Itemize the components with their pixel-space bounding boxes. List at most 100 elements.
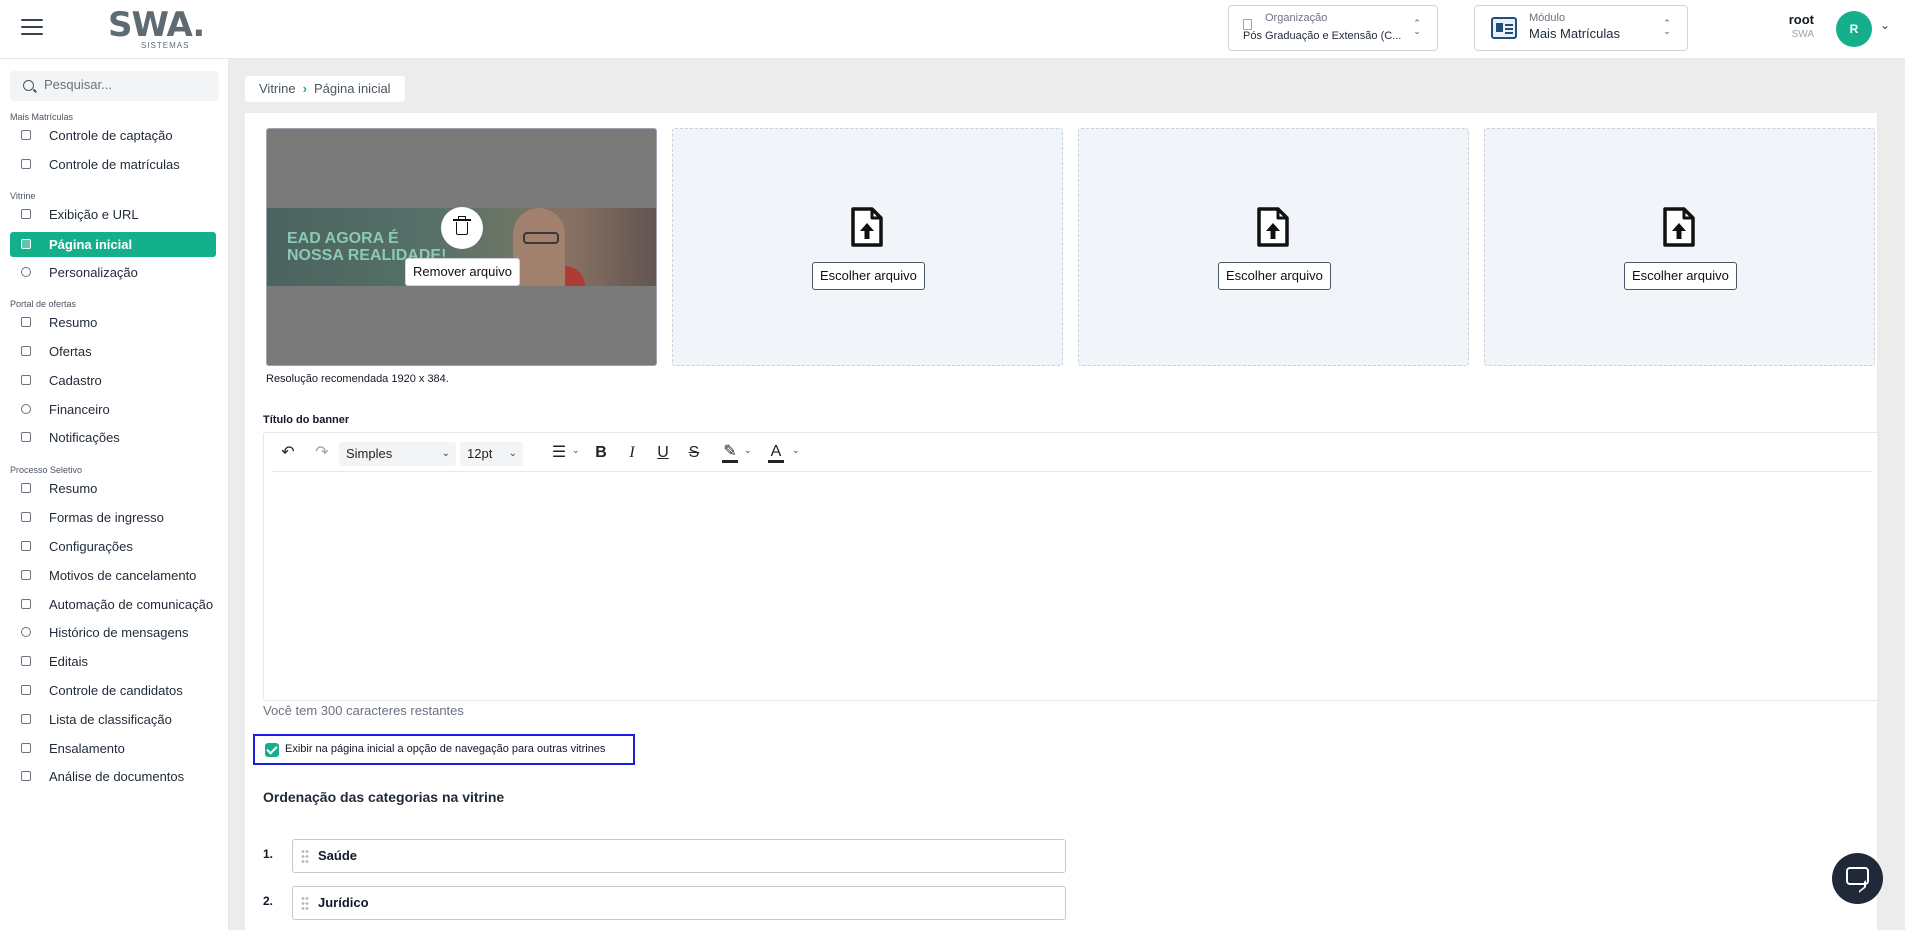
chat-support-icon[interactable] — [1832, 853, 1883, 904]
sidebar-item-label: Controle de candidatos — [49, 683, 183, 698]
sidebar-item-analise-documentos[interactable]: Análise de documentos — [10, 764, 216, 789]
sidebar-group-label: Portal de ofertas — [10, 299, 77, 309]
align-left-icon[interactable]: ☰ — [551, 443, 567, 463]
grid-icon — [21, 239, 31, 249]
sidebar-item-label: Resumo — [49, 481, 98, 496]
dollar-icon — [21, 404, 31, 414]
breadcrumb-current: Página inicial — [313, 81, 391, 96]
user-edit-icon — [21, 375, 31, 385]
whatsapp-icon — [21, 627, 31, 637]
sidebar-item-label: Ofertas — [49, 344, 92, 359]
category-number: 2. — [263, 894, 274, 908]
sidebar-item-exibicao-url[interactable]: Exibição e URL — [10, 202, 216, 227]
sidebar-item-automacao-comunicacao[interactable]: Automação de comunicação — [10, 592, 216, 617]
sidebar: Mais Matrículas Controle de captação Con… — [0, 59, 229, 930]
underline-icon[interactable]: U — [655, 443, 671, 463]
storefront-icon — [21, 209, 31, 219]
breadcrumb-link-vitrine[interactable]: Vitrine — [259, 81, 296, 96]
sidebar-item-formas-ingresso[interactable]: Formas de ingresso — [10, 505, 216, 530]
undo-icon[interactable]: ↶ — [279, 443, 297, 463]
strikethrough-icon[interactable]: S — [686, 443, 702, 463]
editor-content-area[interactable] — [264, 473, 1879, 700]
sidebar-item-pagina-inicial[interactable]: Página inicial — [10, 232, 216, 257]
checkbox-checked[interactable] — [265, 743, 279, 757]
file-upload-icon — [1257, 207, 1289, 247]
chevron-down-icon[interactable]: ⌄ — [572, 445, 580, 456]
sidebar-item-motivos-cancelamento[interactable]: Motivos de cancelamento — [10, 563, 216, 588]
building-icon — [21, 743, 31, 753]
summary-icon — [21, 317, 31, 327]
sidebar-item-label: Notificações — [49, 430, 120, 445]
sidebar-item-label: Exibição e URL — [49, 207, 139, 222]
remove-file-button[interactable]: Remover arquivo — [405, 258, 520, 286]
text-color-icon[interactable]: A — [768, 443, 784, 463]
sidebar-item-controle-captacao[interactable]: Controle de captação — [10, 123, 216, 148]
sidebar-item-financeiro[interactable]: Financeiro — [10, 397, 216, 422]
bell-icon — [21, 432, 31, 442]
trash-icon[interactable] — [441, 207, 483, 249]
highlight-icon[interactable]: ✎ — [722, 443, 738, 463]
choose-file-button[interactable]: Escolher arquivo — [812, 262, 925, 290]
bold-icon[interactable]: B — [593, 443, 609, 463]
sidebar-group-label: Mais Matrículas — [10, 112, 74, 122]
sidebar-search — [10, 71, 219, 101]
rich-text-editor: ↶ ↷ Simples ⌄ 12pt ⌄ ☰ ⌄ B I U S ✎ ⌄ A ⌄ — [263, 432, 1880, 701]
clipboard-icon — [21, 159, 31, 169]
document-x-icon — [21, 570, 31, 580]
search-input[interactable] — [44, 77, 204, 92]
sidebar-item-controle-matriculas[interactable]: Controle de matrículas — [10, 152, 216, 177]
sidebar-item-cadastro[interactable]: Cadastro — [10, 368, 216, 393]
list-check-icon — [21, 685, 31, 695]
sidebar-group-label: Processo Seletivo — [10, 465, 83, 475]
font-style-select[interactable]: Simples ⌄ — [339, 442, 456, 466]
document-search-icon — [21, 771, 31, 781]
chevron-down-icon[interactable]: ⌄ — [792, 445, 800, 456]
choose-file-button[interactable]: Escolher arquivo — [1218, 262, 1331, 290]
palette-icon — [21, 267, 31, 277]
sidebar-item-controle-candidatos[interactable]: Controle de candidatos — [10, 678, 216, 703]
menu-icon[interactable] — [21, 19, 43, 37]
module-selector[interactable]: Módulo Mais Matrículas ⌃ ⌄ — [1474, 5, 1688, 51]
organization-value: Pós Graduação e Extensão (C... — [1243, 30, 1402, 42]
checkbox-label: Exibir na página inicial a opção de nave… — [285, 743, 606, 755]
sidebar-item-lista-classificacao[interactable]: Lista de classificação — [10, 707, 216, 732]
search-icon — [23, 80, 34, 91]
sidebar-item-editais[interactable]: Editais — [10, 649, 216, 674]
banner-slot-2[interactable]: Escolher arquivo — [672, 128, 1063, 366]
sidebar-item-label: Análise de documentos — [49, 769, 185, 784]
summary-icon — [21, 483, 31, 493]
chevron-down-icon: ⌄ — [441, 448, 450, 459]
drag-handle-icon[interactable] — [301, 849, 309, 864]
category-number: 1. — [263, 847, 274, 861]
sidebar-item-resumo-processo[interactable]: Resumo — [10, 476, 216, 501]
sidebar-item-label: Controle de captação — [49, 128, 173, 143]
sidebar-item-label: Automação de comunicação — [49, 597, 214, 612]
category-item[interactable]: Jurídico — [292, 886, 1066, 920]
sidebar-item-personalizacao[interactable]: Personalização — [10, 260, 216, 285]
sidebar-item-resumo[interactable]: Resumo — [10, 310, 216, 335]
chevron-down-icon[interactable]: ⌄ — [744, 445, 752, 456]
building-icon — [1243, 19, 1252, 30]
redo-icon[interactable]: ↷ — [313, 443, 331, 463]
italic-icon[interactable]: I — [624, 443, 640, 463]
banner-slot-1[interactable]: EAD AGORA É NOSSA REALIDADE! Remover arq… — [266, 128, 657, 366]
sidebar-item-ensalamento[interactable]: Ensalamento — [10, 736, 216, 761]
banner-slot-3[interactable]: Escolher arquivo — [1078, 128, 1469, 366]
avatar[interactable]: R — [1836, 11, 1872, 47]
category-item[interactable]: Saúde — [292, 839, 1066, 873]
sidebar-item-historico-mensagens[interactable]: Histórico de mensagens — [10, 620, 216, 645]
banner-slot-4[interactable]: Escolher arquivo — [1484, 128, 1875, 366]
chevron-right-icon: › — [302, 81, 307, 96]
show-navigation-option[interactable]: Exibir na página inicial a opção de nave… — [253, 734, 635, 765]
sidebar-item-configuracoes[interactable]: Configurações — [10, 534, 216, 559]
font-style-value: Simples — [346, 446, 393, 461]
resolution-note: Resolução recomendada 1920 x 384. — [266, 373, 449, 385]
organization-selector[interactable]: Organização Pós Graduação e Extensão (C.… — [1228, 5, 1438, 51]
choose-file-button[interactable]: Escolher arquivo — [1624, 262, 1737, 290]
sidebar-item-notificacoes[interactable]: Notificações — [10, 425, 216, 450]
sidebar-item-ofertas[interactable]: Ofertas — [10, 339, 216, 364]
chevron-down-icon[interactable]: ⌄ — [1880, 18, 1890, 32]
font-size-select[interactable]: 12pt ⌄ — [460, 442, 523, 466]
drag-handle-icon[interactable] — [301, 896, 309, 911]
swa-logo[interactable]: SWA. SISTEMAS — [108, 7, 205, 53]
